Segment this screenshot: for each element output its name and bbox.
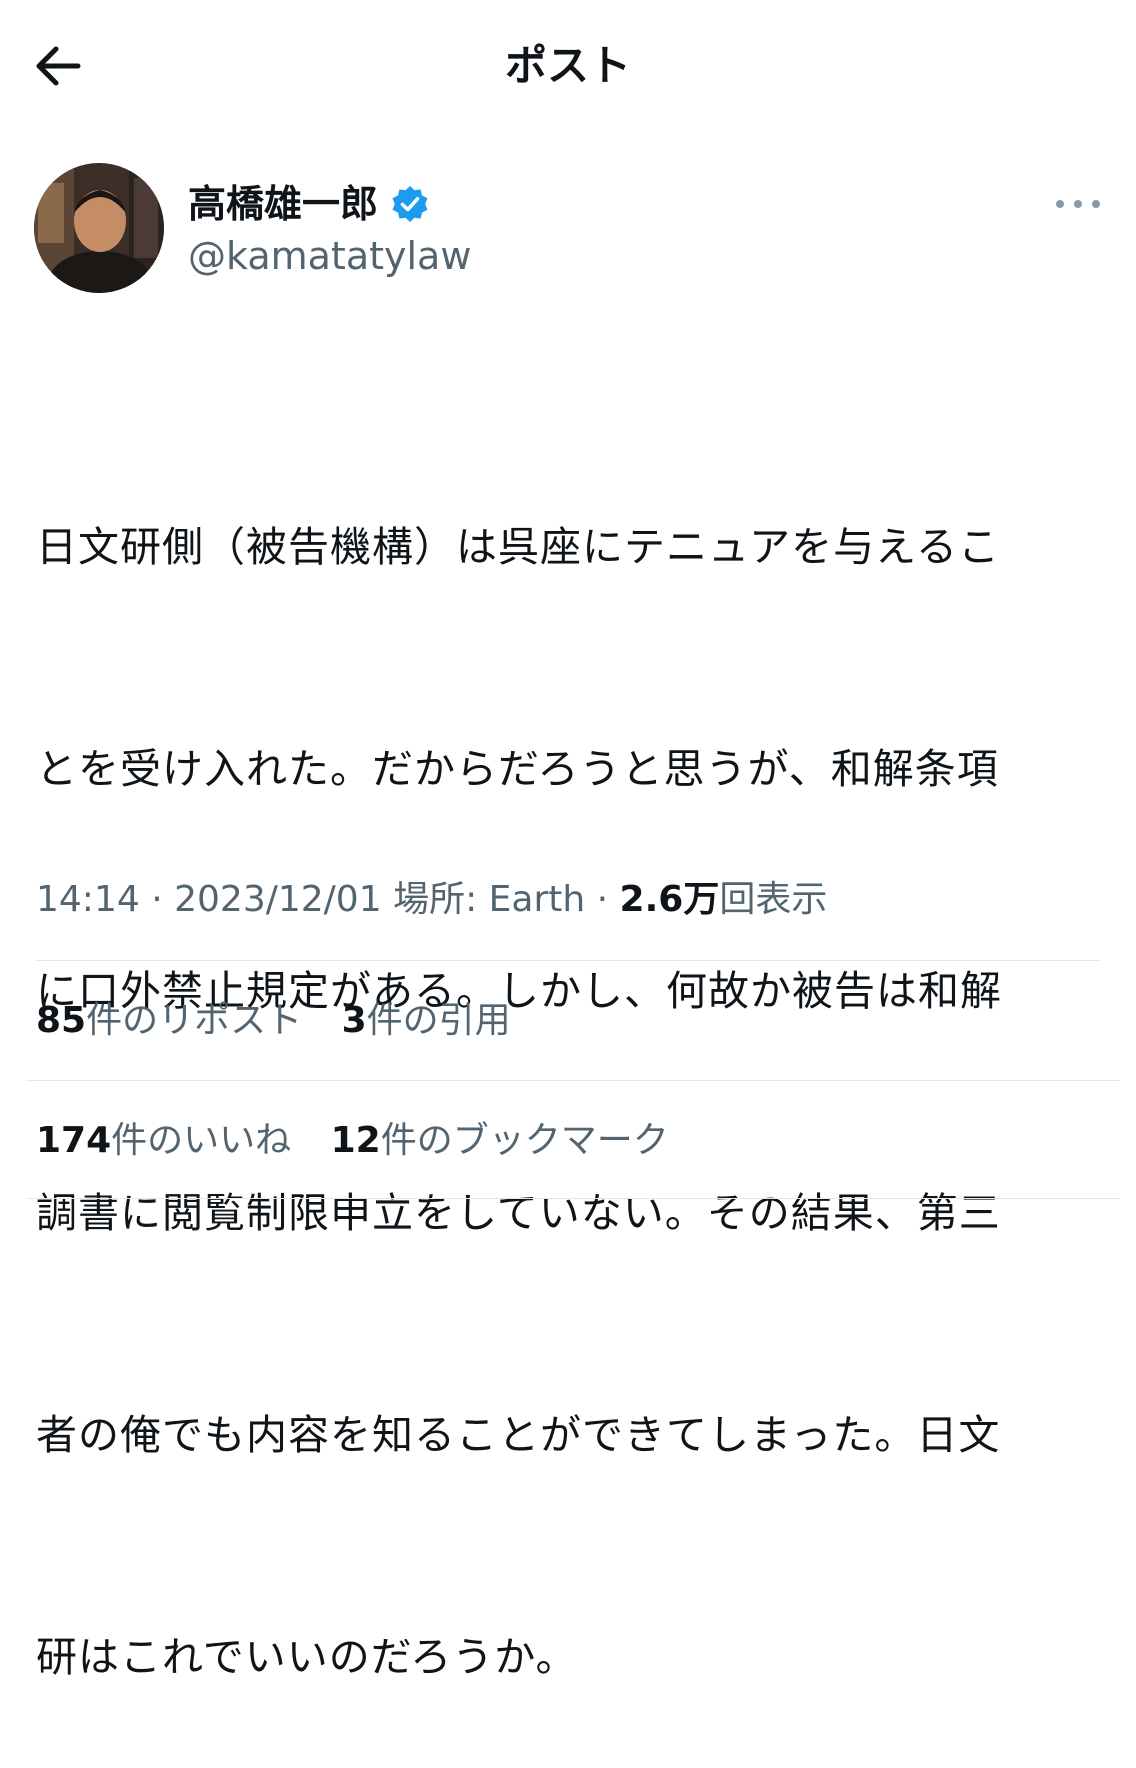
likes-label: 件のいいね	[111, 1120, 292, 1161]
quotes-label: 件の引用	[366, 1000, 511, 1041]
author-name[interactable]: 高橋雄一郎	[188, 178, 378, 230]
tweet-text-line: 日文研側（被告機構）は呉座にテニュアを与えるこ	[36, 523, 1000, 571]
tweet-text: 日文研側（被告機構）は呉座にテニュアを与えるこ とを受け入れた。だからだろうと思…	[36, 362, 1116, 1768]
reposts-count: 85	[36, 1000, 87, 1041]
bookmarks-label: 件のブックマーク	[380, 1120, 669, 1161]
divider	[36, 960, 1100, 961]
verified-badge-icon	[392, 186, 428, 222]
more-horizontal-icon	[1056, 200, 1100, 208]
reposts-label: 件のリポスト	[86, 1000, 303, 1041]
profile-photo	[34, 163, 164, 293]
bookmarks-stat[interactable]: 12件のブックマーク	[331, 1120, 669, 1161]
tweet-location: 場所: Earth	[393, 879, 586, 920]
author-name-row: 高橋雄一郎	[188, 178, 430, 230]
avatar[interactable]	[34, 163, 164, 293]
tweet-time[interactable]: 14:14	[36, 879, 140, 920]
quotes-count: 3	[341, 1000, 367, 1041]
tweet-date[interactable]: 2023/12/01	[174, 879, 382, 920]
divider	[26, 1198, 1120, 1199]
page-title: ポスト	[504, 41, 631, 90]
tweet-text-line: 者の俺でも内容を知ることができてしまった。日文	[36, 1411, 1001, 1459]
author-handle[interactable]: @kamatatylaw	[188, 230, 471, 282]
more-options-button[interactable]	[1050, 190, 1106, 218]
views-count: 2.6万	[619, 879, 720, 920]
tweet-meta: 14:14 · 2023/12/01 場所: Earth · 2.6万回表示	[36, 874, 827, 926]
top-bar: ポスト	[0, 0, 1136, 130]
tweet-text-line: とを受け入れた。だからだろうと思うが、和解条項	[36, 745, 999, 793]
meta-separator: ·	[151, 879, 163, 920]
divider	[26, 1080, 1120, 1081]
tweet-text-line: 調書に閲覧制限申立をしていない。その結果、第三	[36, 1189, 1001, 1237]
likes-stat[interactable]: 174件のいいね	[36, 1120, 291, 1161]
meta-separator: ·	[596, 879, 609, 920]
likes-count: 174	[36, 1120, 112, 1161]
views-label: 回表示	[719, 879, 828, 920]
reposts-stat[interactable]: 85件のリポスト	[36, 1000, 302, 1041]
tweet-text-line: 研はこれでいいのだろうか。	[36, 1633, 578, 1681]
stats-row-likes: 174件のいいね 12件のブックマーク	[36, 1115, 697, 1167]
stats-row-reposts: 85件のリポスト 3件の引用	[36, 995, 539, 1047]
bookmarks-count: 12	[330, 1120, 381, 1161]
quotes-stat[interactable]: 3件の引用	[342, 1000, 511, 1041]
